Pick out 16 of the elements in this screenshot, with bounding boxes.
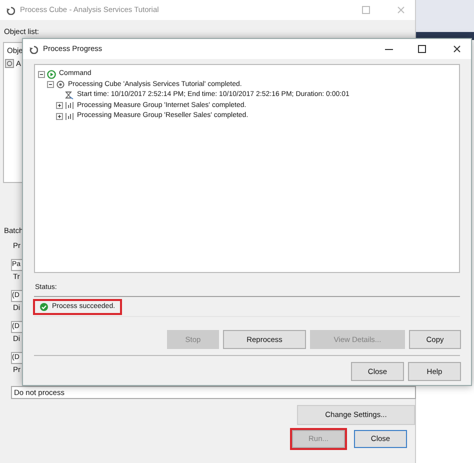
expand-icon[interactable] bbox=[56, 112, 63, 120]
play-icon bbox=[47, 70, 56, 79]
object-icon bbox=[5, 59, 14, 68]
hourglass-icon bbox=[65, 90, 74, 100]
maximize-icon bbox=[418, 45, 426, 53]
expand-icon[interactable] bbox=[56, 102, 63, 110]
check-icon bbox=[40, 303, 48, 311]
close-icon bbox=[453, 45, 461, 53]
collapse-icon[interactable] bbox=[47, 81, 54, 88]
bar-chart-icon bbox=[65, 101, 74, 110]
close-icon bbox=[397, 6, 405, 14]
collapse-icon[interactable] bbox=[38, 70, 45, 78]
window-icon bbox=[29, 44, 38, 54]
bar-chart-icon bbox=[65, 112, 74, 121]
window-icon bbox=[6, 6, 15, 14]
maximize-icon bbox=[362, 6, 370, 14]
